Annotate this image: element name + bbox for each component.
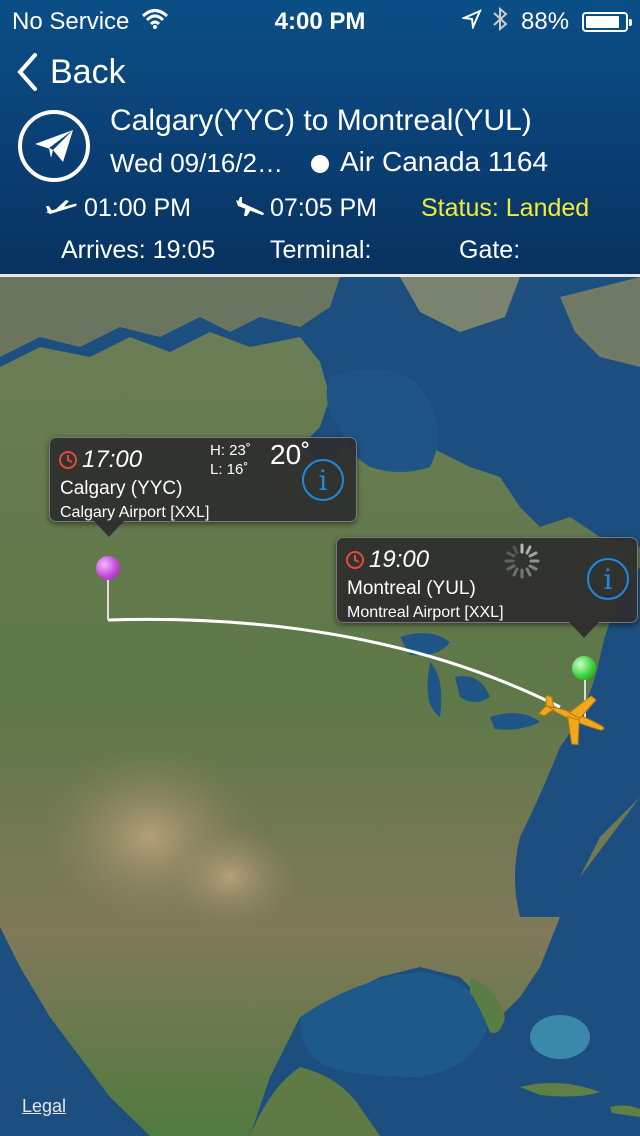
back-button[interactable]: Back [16,50,126,94]
battery-level-fill [586,16,619,28]
terminal-label: Terminal: [270,236,372,264]
back-label: Back [50,52,126,91]
status-bar: No Service 4:00 PM 88% [0,0,640,40]
chevron-left-icon [17,53,37,91]
takeoff-icon [44,198,78,221]
origin-callout-tail [94,521,124,537]
origin-high: H: 23˚ [210,442,251,459]
battery-percent: 88% [521,8,570,35]
destination-callout-tail [569,622,599,638]
destination-info-icon[interactable]: i [587,558,629,600]
legal-link[interactable]: Legal [22,1096,66,1117]
airplane-icon [538,694,605,746]
origin-low: L: 16˚ [210,461,249,478]
landing-icon [234,196,266,223]
destination-airport: Montreal Airport [XXL] [347,604,504,621]
loading-spinner-icon [504,543,540,579]
airline-flight: Air Canada 1164 [340,146,549,177]
route-title: Calgary(YYC) to Montreal(YUL) [110,104,532,137]
location-arrow-icon [460,8,482,36]
clock-icon [59,451,77,469]
flight-status: Status: Landed [421,194,590,222]
departure-time: 01:00 PM [84,194,192,222]
destination-local-time: 19:00 [369,546,430,573]
battery-icon [582,12,632,32]
origin-info-icon[interactable]: i [302,459,344,501]
origin-callout[interactable]: 17:00 H: 23˚ L: 16˚ 20˚ Calgary (YYC) Ca… [49,437,357,537]
destination-pin[interactable] [572,656,596,680]
arrival-time: 07:05 PM [270,194,378,222]
destination-city: Montreal (YUL) [347,578,476,599]
paper-plane-icon [18,110,90,182]
arrives-label: Arrives: 19:05 [61,236,216,264]
bluetooth-icon [492,6,508,39]
clock-icon [346,551,364,569]
flight-date: Wed 09/16/2… [110,148,283,178]
origin-high-low: H: 23˚ L: 16˚ [210,441,251,479]
origin-local-time: 17:00 [82,446,143,473]
origin-airport: Calgary Airport [XXL] [60,504,210,521]
origin-city: Calgary (YYC) [60,478,183,499]
origin-temperature: 20˚ [270,439,311,470]
origin-pin[interactable] [96,556,120,580]
destination-callout[interactable]: 19:00 Montreal (YUL) Montreal Airport [X… [336,537,638,638]
flight-header: No Service 4:00 PM 88% Back Calgary(YYC)… [0,0,640,274]
gate-label: Gate: [459,236,521,264]
separator-dot [311,155,329,173]
flight-map[interactable]: 17:00 H: 23˚ L: 16˚ 20˚ Calgary (YYC) Ca… [0,277,640,1136]
